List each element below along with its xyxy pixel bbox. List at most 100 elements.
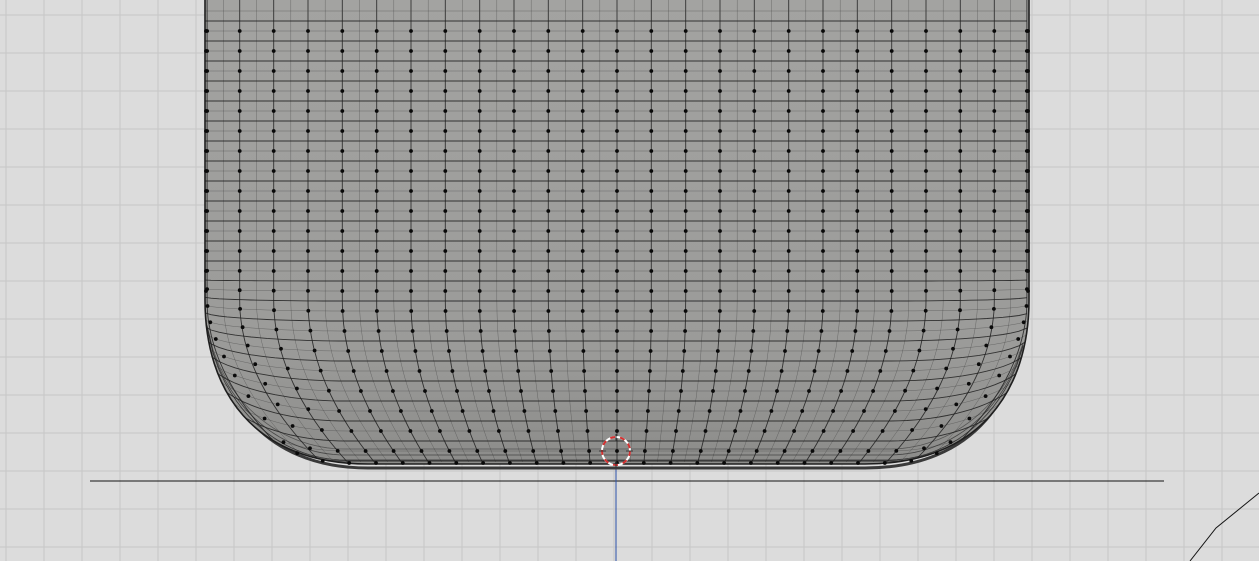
mesh-vertex[interactable]	[487, 389, 491, 393]
mesh-vertex[interactable]	[718, 309, 722, 313]
mesh-vertex[interactable]	[992, 209, 997, 213]
mesh-vertex[interactable]	[786, 309, 791, 313]
mesh-vertex[interactable]	[889, 129, 894, 133]
mesh-vertex[interactable]	[588, 461, 593, 465]
mesh-vertex[interactable]	[615, 289, 619, 293]
mesh-vertex[interactable]	[522, 409, 527, 413]
mesh-vertex[interactable]	[237, 209, 242, 213]
mesh-vertex[interactable]	[649, 329, 653, 333]
mesh-vertex[interactable]	[1026, 89, 1030, 93]
mesh-vertex[interactable]	[786, 189, 791, 193]
mesh-vertex[interactable]	[821, 169, 825, 173]
mesh-vertex[interactable]	[992, 307, 996, 311]
mesh-vertex[interactable]	[204, 49, 208, 53]
mesh-vertex[interactable]	[649, 49, 654, 53]
mesh-vertex[interactable]	[534, 461, 539, 465]
mesh-vertex[interactable]	[839, 389, 843, 393]
mesh-vertex[interactable]	[810, 449, 815, 453]
mesh-vertex[interactable]	[483, 369, 488, 373]
mesh-vertex[interactable]	[785, 329, 790, 333]
mesh-vertex[interactable]	[816, 349, 821, 353]
mesh-vertex[interactable]	[647, 389, 651, 393]
mesh-vertex[interactable]	[958, 129, 963, 133]
mesh-vertex[interactable]	[374, 49, 379, 53]
mesh-vertex[interactable]	[683, 69, 688, 73]
mesh-vertex[interactable]	[924, 69, 928, 73]
mesh-vertex[interactable]	[204, 189, 208, 193]
mesh-vertex[interactable]	[208, 320, 213, 325]
mesh-vertex[interactable]	[954, 402, 959, 407]
mesh-vertex[interactable]	[683, 329, 687, 333]
mesh-vertex[interactable]	[551, 389, 555, 393]
mesh-vertex[interactable]	[718, 149, 722, 153]
mesh-vertex[interactable]	[752, 249, 757, 253]
mesh-vertex[interactable]	[351, 369, 356, 373]
mesh-vertex[interactable]	[491, 409, 496, 413]
mesh-vertex[interactable]	[958, 308, 962, 313]
mesh-vertex[interactable]	[237, 169, 242, 173]
mesh-vertex[interactable]	[821, 49, 825, 53]
mesh-vertex[interactable]	[271, 29, 276, 33]
mesh-vertex[interactable]	[443, 189, 448, 193]
mesh-vertex[interactable]	[924, 289, 928, 293]
mesh-vertex[interactable]	[443, 289, 448, 293]
mesh-vertex[interactable]	[615, 29, 619, 33]
mesh-vertex[interactable]	[800, 409, 805, 413]
mesh-vertex[interactable]	[751, 329, 756, 333]
mesh-vertex[interactable]	[683, 289, 688, 293]
mesh-vertex[interactable]	[379, 349, 384, 353]
mesh-vertex[interactable]	[779, 369, 784, 373]
mesh-vertex[interactable]	[450, 369, 455, 373]
mesh-vertex[interactable]	[306, 249, 310, 253]
mesh-vertex[interactable]	[924, 129, 928, 133]
mesh-vertex[interactable]	[340, 269, 345, 273]
mesh-vertex[interactable]	[237, 149, 242, 153]
mesh-vertex[interactable]	[549, 369, 554, 373]
mesh-vertex[interactable]	[1026, 149, 1030, 153]
mesh-vertex[interactable]	[845, 369, 850, 373]
mesh-vertex[interactable]	[546, 289, 551, 293]
mesh-vertex[interactable]	[271, 129, 276, 133]
mesh-vertex[interactable]	[649, 249, 654, 253]
mesh-vertex[interactable]	[204, 129, 208, 133]
mesh-vertex[interactable]	[615, 109, 619, 113]
mesh-vertex[interactable]	[786, 29, 791, 33]
mesh-vertex[interactable]	[546, 29, 551, 33]
mesh-vertex[interactable]	[786, 149, 791, 153]
mesh-vertex[interactable]	[855, 149, 860, 153]
mesh-vertex[interactable]	[752, 289, 757, 293]
mesh-vertex[interactable]	[271, 89, 276, 93]
mesh-vertex[interactable]	[935, 386, 939, 391]
mesh-vertex[interactable]	[695, 461, 700, 465]
mesh-vertex[interactable]	[615, 49, 619, 53]
mesh-vertex[interactable]	[271, 69, 276, 73]
mesh-vertex[interactable]	[855, 69, 860, 73]
mesh-vertex[interactable]	[738, 409, 743, 413]
mesh-vertex[interactable]	[335, 449, 340, 453]
mesh-vertex[interactable]	[786, 289, 791, 293]
mesh-vertex[interactable]	[711, 389, 715, 393]
mesh-vertex[interactable]	[880, 429, 885, 433]
mesh-vertex[interactable]	[855, 49, 860, 53]
mesh-vertex[interactable]	[749, 349, 754, 353]
mesh-vertex[interactable]	[512, 149, 516, 153]
mesh-vertex[interactable]	[752, 109, 757, 113]
mesh-vertex[interactable]	[889, 89, 894, 93]
mesh-vertex[interactable]	[615, 69, 619, 73]
mesh-vertex[interactable]	[400, 461, 405, 465]
mesh-vertex[interactable]	[409, 289, 413, 293]
mesh-vertex[interactable]	[746, 369, 751, 373]
mesh-vertex[interactable]	[934, 451, 939, 456]
mesh-vertex[interactable]	[497, 429, 501, 433]
mesh-vertex[interactable]	[546, 249, 551, 253]
mesh-vertex[interactable]	[786, 169, 791, 173]
mesh-vertex[interactable]	[831, 409, 835, 413]
mesh-vertex[interactable]	[683, 229, 688, 233]
mesh-vertex[interactable]	[910, 428, 914, 432]
mesh-vertex[interactable]	[346, 349, 351, 353]
mesh-vertex[interactable]	[922, 446, 926, 451]
mesh-vertex[interactable]	[992, 149, 997, 153]
mesh-vertex[interactable]	[786, 69, 791, 73]
mesh-vertex[interactable]	[855, 309, 859, 313]
mesh-vertex[interactable]	[1026, 209, 1030, 213]
